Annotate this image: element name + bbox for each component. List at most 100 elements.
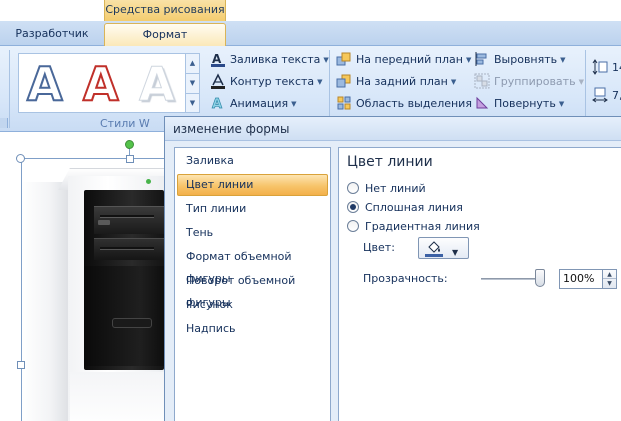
resize-handle-left[interactable]	[17, 361, 25, 369]
send-to-back-label: На задний план	[356, 75, 448, 88]
text-effects-button[interactable]: A Анимация ▼	[210, 94, 297, 114]
rotate-button[interactable]: Повернуть ▼	[474, 94, 564, 114]
color-picker-button[interactable]: ▼	[418, 237, 469, 259]
chevron-down-icon: ▼	[465, 56, 472, 64]
line-color-panel: Цвет линии Нет линий Сплошная линия Град…	[338, 147, 621, 421]
transparency-label: Прозрачность:	[363, 272, 448, 285]
tab-developer[interactable]: Разработчик	[0, 23, 104, 46]
text-fill-label: Заливка текста	[230, 53, 321, 66]
category-3d-format[interactable]: Формат объемной фигуры	[177, 246, 328, 285]
chevron-down-icon: ▼	[452, 248, 459, 257]
shape-width-field[interactable]: 7,	[592, 86, 621, 106]
gallery-scroll-down-icon[interactable]: ▼	[186, 74, 199, 94]
format-shape-dialog: изменение формы Заливка Цвет линии Тип л…	[164, 116, 621, 421]
bring-to-front-icon	[336, 51, 352, 67]
chevron-down-icon: ▼	[578, 78, 584, 86]
rotate-icon	[474, 95, 490, 111]
bring-to-front-label: На передний план	[356, 53, 463, 66]
wordart-style-blue[interactable]: A	[26, 54, 64, 114]
chevron-down-icon: ▼	[560, 56, 566, 64]
send-to-back-button[interactable]: На задний план ▼	[336, 72, 456, 92]
chevron-down-icon: ▼	[323, 56, 329, 64]
previous-group-stub	[0, 50, 10, 128]
wordart-group-label: Стили W	[100, 117, 150, 130]
svg-text:A: A	[212, 97, 222, 111]
group-label: Группировать	[494, 75, 576, 88]
tab-format[interactable]: Формат	[104, 23, 226, 46]
align-button[interactable]: Выровнять ▼	[474, 50, 566, 70]
option-no-line-label: Нет линий	[365, 182, 426, 195]
drawing-tools-context-header: Средства рисования	[104, 0, 226, 21]
category-fill[interactable]: Заливка	[177, 150, 328, 172]
transparency-slider-thumb[interactable]	[535, 269, 545, 287]
chevron-down-icon: ▼	[317, 78, 323, 86]
rotation-handle[interactable]	[125, 140, 134, 149]
send-to-back-icon	[336, 73, 352, 89]
svg-text:A: A	[212, 52, 222, 66]
rotate-label: Повернуть	[494, 97, 556, 110]
chevron-down-icon: ▼	[450, 78, 457, 86]
bring-to-front-button[interactable]: На передний план ▼	[336, 50, 471, 70]
radio-no-line[interactable]	[347, 182, 359, 194]
text-effects-label: Анимация	[230, 97, 289, 110]
category-3d-rotation[interactable]: Поворот объемной фигуры	[177, 270, 328, 309]
chevron-down-icon: ▼	[291, 100, 297, 108]
wordart-style-white[interactable]: A	[139, 54, 176, 114]
wordart-styles-gallery: A A A	[18, 53, 186, 113]
align-icon	[474, 51, 490, 67]
selection-pane-button[interactable]: Область выделения	[336, 94, 472, 114]
text-outline-button[interactable]: Контур текста ▼	[210, 72, 323, 92]
group-dialog-launcher[interactable]	[0, 118, 8, 128]
shape-height-value: 14	[612, 61, 621, 74]
shape-width-icon	[592, 87, 608, 103]
transparency-row: Прозрачность: 100% ▲ ▼	[363, 269, 617, 289]
spin-up-icon[interactable]: ▲	[603, 270, 616, 279]
transparency-spinner: ▲ ▼	[603, 269, 617, 289]
category-picture[interactable]: Рисунок	[177, 294, 328, 316]
text-fill-button[interactable]: A Заливка текста ▼	[210, 50, 329, 70]
color-swatch	[425, 254, 443, 257]
option-solid-line-label: Сплошная линия	[365, 201, 463, 214]
align-label: Выровнять	[494, 53, 558, 66]
color-label: Цвет:	[363, 241, 395, 254]
resize-handle-top-left[interactable]	[16, 154, 25, 163]
text-outline-label: Контур текста	[230, 75, 315, 88]
option-solid-line[interactable]: Сплошная линия	[347, 199, 463, 217]
radio-gradient-line[interactable]	[347, 220, 359, 232]
panel-heading: Цвет линии	[347, 154, 433, 170]
selection-pane-icon	[336, 95, 352, 111]
text-outline-icon	[210, 73, 226, 89]
transparency-input[interactable]: 100%	[559, 269, 603, 289]
gallery-scroll-up-icon[interactable]: ▲	[186, 54, 199, 74]
option-gradient-line-label: Градиентная линия	[365, 220, 480, 233]
text-effects-icon: A	[210, 95, 226, 113]
resize-handle-top[interactable]	[126, 155, 134, 163]
category-line-style[interactable]: Тип линии	[177, 198, 328, 220]
chevron-down-icon: ▼	[558, 100, 565, 108]
shape-width-value: 7,	[612, 89, 621, 102]
group-icon	[474, 73, 490, 89]
group-button[interactable]: Группировать ▼	[474, 72, 584, 92]
text-fill-icon: A	[210, 51, 226, 67]
shape-height-field[interactable]: 14	[592, 58, 621, 78]
category-line-color[interactable]: Цвет линии	[177, 174, 328, 196]
context-header-label: Средства рисования	[105, 3, 225, 16]
category-text-box[interactable]: Надпись	[177, 318, 328, 340]
dialog-title-bar[interactable]: изменение формы	[165, 117, 621, 141]
color-row: Цвет: ▼	[363, 237, 469, 259]
category-list: Заливка Цвет линии Тип линии Тень Формат…	[174, 147, 331, 421]
option-no-line[interactable]: Нет линий	[347, 180, 426, 198]
gallery-scroll: ▲ ▼ ▼	[186, 53, 200, 113]
transparency-slider-track[interactable]	[481, 278, 541, 280]
selection-pane-label: Область выделения	[356, 97, 472, 110]
wordart-style-red[interactable]: A	[82, 54, 120, 114]
paint-bucket-icon	[426, 241, 442, 255]
shape-height-icon	[592, 59, 608, 75]
gallery-more-icon[interactable]: ▼	[186, 94, 199, 114]
ribbon-tab-row: Разработчик Формат	[0, 21, 621, 46]
dialog-title: изменение формы	[173, 122, 290, 136]
spin-down-icon[interactable]: ▼	[603, 279, 616, 288]
category-shadow[interactable]: Тень	[177, 222, 328, 244]
option-gradient-line[interactable]: Градиентная линия	[347, 218, 480, 236]
radio-solid-line[interactable]	[347, 201, 359, 213]
